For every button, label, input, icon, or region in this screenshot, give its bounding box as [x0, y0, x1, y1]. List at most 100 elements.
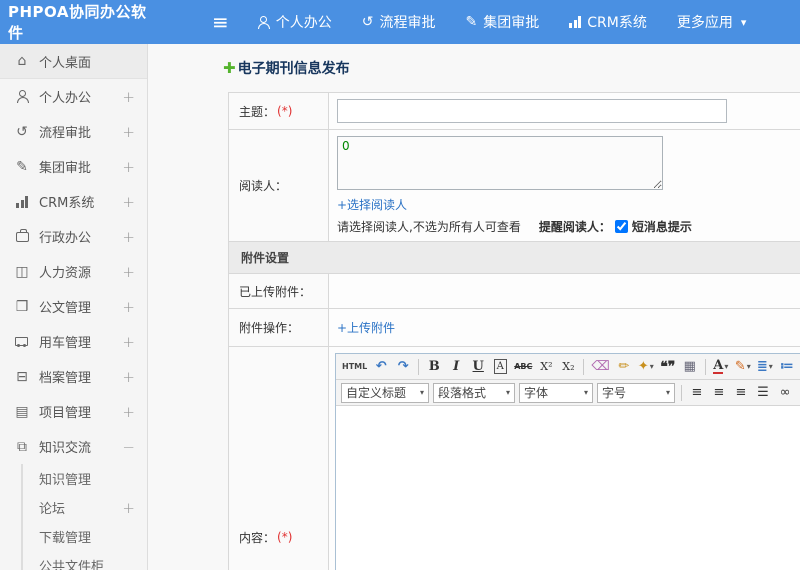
sidebar-subitem-download-mgmt[interactable]: 下载管理: [23, 522, 147, 551]
font-border-button[interactable]: A: [490, 357, 510, 377]
editor-toolbar-row2: 自定义标题▾ 段落格式▾ 字体▾ 字号▾ ≡ ≡ ≡ ☰ ∞ ⊘: [336, 380, 800, 406]
edit-icon: ✎: [465, 14, 478, 30]
editor-toolbar-row1: HTML ↶ ↷ B I U A ABC X² X₂ ⌫ ✏ ✦ ▾ ❝❞ ▦ …: [336, 354, 800, 380]
align-justify-button[interactable]: ☰: [753, 383, 773, 403]
uploaded-attachments-row: 已上传附件：: [229, 274, 800, 309]
align-left-button[interactable]: ≡: [687, 383, 707, 403]
sidebar-item-crm-system[interactable]: CRM系统 +: [0, 184, 147, 219]
hamburger-menu-icon[interactable]: ≡: [212, 12, 229, 32]
toolbar-separator: [704, 358, 706, 375]
publish-form: 主题： (*) 阅读人： 0 +选择阅读人 请选择阅读人,不选为所有人可查看 提…: [228, 92, 800, 570]
redo-button[interactable]: ↷: [393, 357, 413, 377]
format-brush-button[interactable]: ✏: [614, 357, 634, 377]
knowledge-submenu: 知识管理 论坛 + 下载管理 公共文件柜: [21, 464, 147, 570]
bar-chart-icon: [569, 16, 582, 28]
person-icon: [257, 15, 270, 29]
chat-icon: ⧉: [17, 438, 27, 455]
upload-attachment-link[interactable]: +上传附件: [337, 319, 395, 336]
paste-table-button[interactable]: ▦: [680, 357, 700, 377]
more-apps-caret[interactable]: ▾: [741, 16, 747, 29]
header-nav: 个人办公 ↺ 流程审批 ✎ 集团审批 CRM系统 更多应用 ▾: [257, 12, 747, 32]
page-title: ✚ 电子期刊信息发布: [223, 59, 350, 77]
chevron-down-icon: ▾: [583, 388, 588, 397]
font-family-dropdown[interactable]: 字体 ▾: [519, 382, 593, 403]
sidebar-subitem-public-cabinet[interactable]: 公共文件柜: [23, 551, 147, 570]
font-size-dropdown[interactable]: 字号 ▾: [597, 382, 675, 403]
align-right-button[interactable]: ≡: [731, 383, 751, 403]
highlight-color-button[interactable]: ✎ ▾: [733, 357, 753, 377]
chevron-down-icon: ▾: [724, 362, 729, 371]
sidebar-item-personal-desktop[interactable]: ⌂ 个人桌面: [0, 44, 147, 79]
uploaded-attachments-value: [329, 274, 800, 308]
chevron-down-icon: ▾: [419, 388, 424, 397]
insert-link-button[interactable]: ∞: [775, 383, 795, 403]
html-source-button[interactable]: HTML: [340, 357, 369, 377]
custom-title-dropdown[interactable]: 自定义标题 ▾: [341, 382, 429, 403]
briefcase-icon: [13, 228, 31, 242]
paragraph-format-dropdown[interactable]: 段落格式 ▾: [433, 382, 515, 403]
sidebar-item-personal-office[interactable]: 个人办公 +: [0, 79, 147, 114]
subject-label: 主题： (*): [229, 93, 329, 129]
content-label: 内容： (*): [229, 347, 329, 570]
bold-button[interactable]: B: [424, 357, 444, 377]
chevron-down-icon: ▾: [740, 15, 747, 29]
sidebar-item-knowledge-exchange[interactable]: ⧉ 知识交流 −: [0, 429, 147, 464]
edit-icon: ✎: [16, 158, 28, 175]
sidebar-item-hr[interactable]: ◫ 人力资源 +: [0, 254, 147, 289]
truck-icon: [13, 336, 31, 347]
nav-personal-office[interactable]: 个人办公: [257, 12, 332, 32]
font-color-button[interactable]: A ▾: [711, 357, 731, 377]
nav-group-approval[interactable]: ✎ 集团审批: [466, 12, 540, 32]
align-center-button[interactable]: ≡: [709, 383, 729, 403]
nav-more-apps[interactable]: 更多应用: [677, 12, 733, 32]
italic-button[interactable]: I: [446, 357, 466, 377]
sms-notify-checkbox[interactable]: [614, 220, 628, 233]
sidebar-subitem-forum[interactable]: 论坛 +: [23, 493, 147, 522]
subject-input[interactable]: [337, 99, 727, 123]
sidebar-item-archive-mgmt[interactable]: ⊟ 档案管理 +: [0, 359, 147, 394]
sidebar-item-project-mgmt[interactable]: ▤ 项目管理 +: [0, 394, 147, 429]
sidebar-item-vehicle-mgmt[interactable]: 用车管理 +: [0, 324, 147, 359]
sidebar-subitem-knowledge-mgmt[interactable]: 知识管理: [23, 464, 147, 493]
reader-hint: 请选择阅读人,不选为所有人可查看 提醒阅读人： 短消息提示: [337, 220, 692, 234]
document-icon: ▤: [15, 403, 29, 420]
subscript-button[interactable]: X₂: [558, 357, 578, 377]
blockquote-button[interactable]: ❝❞: [658, 357, 678, 377]
attachment-operation-row: 附件操作： +上传附件: [229, 309, 800, 347]
strikethrough-button[interactable]: ABC: [512, 357, 534, 377]
uploaded-label: 已上传附件：: [229, 274, 329, 308]
chevron-down-icon: ▾: [649, 362, 654, 371]
reader-row: 阅读人： 0 +选择阅读人 请选择阅读人,不选为所有人可查看 提醒阅读人： 短消…: [229, 130, 800, 242]
undo-button[interactable]: ↶: [371, 357, 391, 377]
top-header: PHPOA协同办公软件 ≡ 个人办公 ↺ 流程审批 ✎ 集团审批 CRM系统 更…: [0, 0, 800, 44]
content-row: 内容： (*) HTML ↶ ↷ B I U A ABC X² X₂ ⌫ ✏ ✦…: [229, 347, 800, 570]
nav-crm-system[interactable]: CRM系统: [569, 12, 647, 32]
select-reader-link[interactable]: +选择阅读人: [337, 196, 407, 213]
attachment-section-header: 附件设置: [229, 242, 800, 274]
reader-label: 阅读人：: [229, 130, 329, 241]
unordered-list-button[interactable]: ≔: [777, 357, 797, 377]
underline-button[interactable]: U: [468, 357, 488, 377]
main-content: ✚ 电子期刊信息发布 主题： (*) 阅读人： 0 +选择阅读人 请选择阅读人,…: [148, 44, 800, 570]
remind-reader-label: 提醒阅读人：: [538, 220, 611, 234]
nav-workflow-approval[interactable]: ↺ 流程审批: [362, 12, 436, 32]
required-mark: (*): [277, 104, 293, 118]
sidebar-item-document-mgmt[interactable]: ❒ 公文管理 +: [0, 289, 147, 324]
superscript-button[interactable]: X²: [536, 357, 556, 377]
auto-typeset-button[interactable]: ✦ ▾: [636, 357, 656, 377]
person-icon: [13, 90, 31, 103]
toolbar-separator: [418, 358, 420, 375]
remove-format-button[interactable]: ⌫: [589, 357, 611, 377]
archive-icon: ⊟: [16, 368, 28, 385]
reader-textarea[interactable]: 0: [337, 136, 663, 190]
toolbar-separator: [681, 384, 682, 401]
sidebar-item-workflow-approval[interactable]: ↺ 流程审批 +: [0, 114, 147, 149]
home-icon: ⌂: [17, 53, 27, 69]
book-icon: ◫: [15, 263, 29, 280]
sidebar-item-group-approval[interactable]: ✎ 集团审批 +: [0, 149, 147, 184]
sms-notify-label: 短消息提示: [631, 220, 692, 234]
sidebar-item-admin-office[interactable]: 行政办公 +: [0, 219, 147, 254]
app-title: PHPOA协同办公软件: [8, 3, 147, 42]
editor-content-area[interactable]: [336, 406, 800, 570]
ordered-list-button[interactable]: ≣ ▾: [755, 357, 775, 377]
